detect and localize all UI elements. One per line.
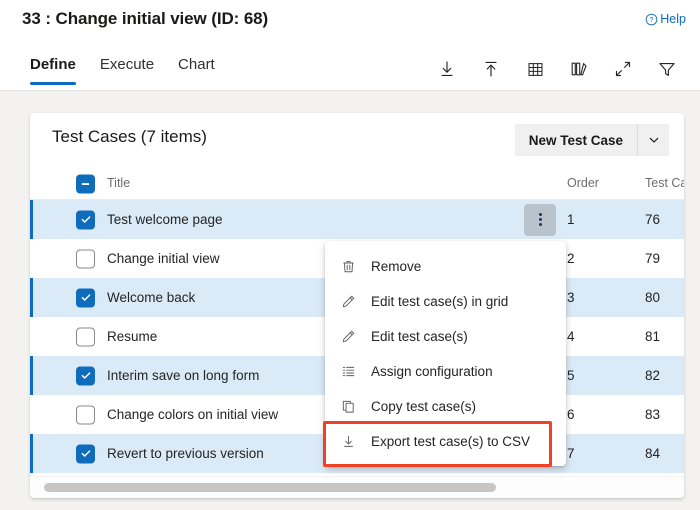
row-testcase: 79: [645, 251, 661, 266]
row-checkbox[interactable]: [76, 366, 95, 385]
select-all-checkbox[interactable]: [76, 174, 95, 193]
row-order: 2: [567, 251, 575, 266]
help-label: Help: [660, 12, 686, 26]
menu-item-label: Remove: [371, 259, 422, 274]
row-testcase: 76: [645, 212, 661, 227]
row-checkbox[interactable]: [76, 444, 95, 463]
filter-icon[interactable]: [656, 58, 678, 80]
card-title: Test Cases (7 items): [52, 127, 207, 146]
tab-list: Define Execute Chart: [22, 52, 227, 85]
row-order: 3: [567, 290, 575, 305]
grid-icon[interactable]: [524, 58, 546, 80]
horizontal-scrollbar[interactable]: [30, 476, 684, 498]
menu-item-edit-test-cases[interactable]: Edit test case(s): [325, 319, 566, 354]
menu-item-remove[interactable]: Remove: [325, 249, 566, 284]
svg-text:?: ?: [650, 17, 654, 24]
column-header-title[interactable]: Title: [107, 176, 130, 190]
row-testcase: 83: [645, 407, 661, 422]
table-row[interactable]: Test welcome page 1 76: [30, 200, 684, 239]
app-root: 33 : Change initial view (ID: 68) ? Help…: [0, 0, 700, 510]
columns-edit-icon[interactable]: [568, 58, 590, 80]
menu-item-label: Edit test case(s) in grid: [371, 294, 509, 309]
row-checkbox[interactable]: [76, 327, 95, 346]
page-header: 33 : Change initial view (ID: 68) ? Help: [0, 0, 700, 40]
toolbar: [436, 58, 678, 80]
row-order: 5: [567, 368, 575, 383]
row-order: 6: [567, 407, 575, 422]
row-checkbox[interactable]: [76, 210, 95, 229]
menu-item-label: Edit test case(s): [371, 329, 468, 344]
row-title: Change colors on initial view: [107, 407, 279, 422]
row-order: 4: [567, 329, 575, 344]
tab-chart[interactable]: Chart: [166, 52, 227, 85]
help-link[interactable]: ? Help: [645, 12, 686, 26]
row-overflow-button[interactable]: [524, 203, 556, 236]
expand-icon[interactable]: [612, 58, 634, 80]
tab-define[interactable]: Define: [22, 52, 88, 85]
download-icon[interactable]: [436, 58, 458, 80]
tab-execute[interactable]: Execute: [88, 52, 166, 85]
row-order: 1: [567, 212, 575, 227]
row-title: Test welcome page: [107, 212, 223, 227]
row-order: 7: [567, 446, 575, 461]
row-title: Welcome back: [107, 290, 196, 305]
upload-icon[interactable]: [480, 58, 502, 80]
grid-header-row: Title Order Test Ca: [30, 168, 684, 200]
menu-item-edit-in-grid[interactable]: Edit test case(s) in grid: [325, 284, 566, 319]
chevron-down-icon[interactable]: [637, 124, 669, 156]
menu-item-label: Assign configuration: [371, 364, 493, 379]
download-icon: [337, 434, 359, 449]
new-test-case-button[interactable]: New Test Case: [515, 124, 637, 156]
row-checkbox[interactable]: [76, 249, 95, 268]
row-context-menu: Remove Edit test case(s) in grid Edit te…: [323, 241, 566, 467]
pencil-icon: [337, 294, 359, 309]
row-testcase: 81: [645, 329, 661, 344]
row-title: Change initial view: [107, 251, 220, 266]
column-header-order[interactable]: Order: [567, 176, 599, 190]
menu-item-assign-configuration[interactable]: Assign configuration: [325, 354, 566, 389]
row-testcase: 80: [645, 290, 661, 305]
list-icon: [337, 364, 359, 379]
trash-icon: [337, 259, 359, 274]
tab-bar: Define Execute Chart: [0, 40, 700, 91]
copy-icon: [337, 399, 359, 414]
scrollbar-thumb[interactable]: [44, 483, 496, 492]
menu-item-label: Copy test case(s): [371, 399, 477, 414]
row-checkbox[interactable]: [76, 288, 95, 307]
row-testcase: 82: [645, 368, 661, 383]
row-title: Revert to previous version: [107, 446, 264, 461]
row-testcase: 84: [645, 446, 661, 461]
row-checkbox[interactable]: [76, 405, 95, 424]
column-header-testcase[interactable]: Test Ca: [645, 176, 684, 190]
pencil-icon: [337, 329, 359, 344]
row-title: Interim save on long form: [107, 368, 260, 383]
question-circle-icon: ?: [645, 13, 658, 26]
menu-item-export-to-csv[interactable]: Export test case(s) to CSV: [323, 421, 566, 467]
new-test-case-button-group: New Test Case: [514, 124, 669, 156]
row-title: Resume: [107, 329, 158, 344]
page-title: 33 : Change initial view (ID: 68): [22, 9, 269, 28]
menu-item-copy-test-cases[interactable]: Copy test case(s): [325, 389, 566, 424]
menu-item-label: Export test case(s) to CSV: [371, 434, 531, 449]
